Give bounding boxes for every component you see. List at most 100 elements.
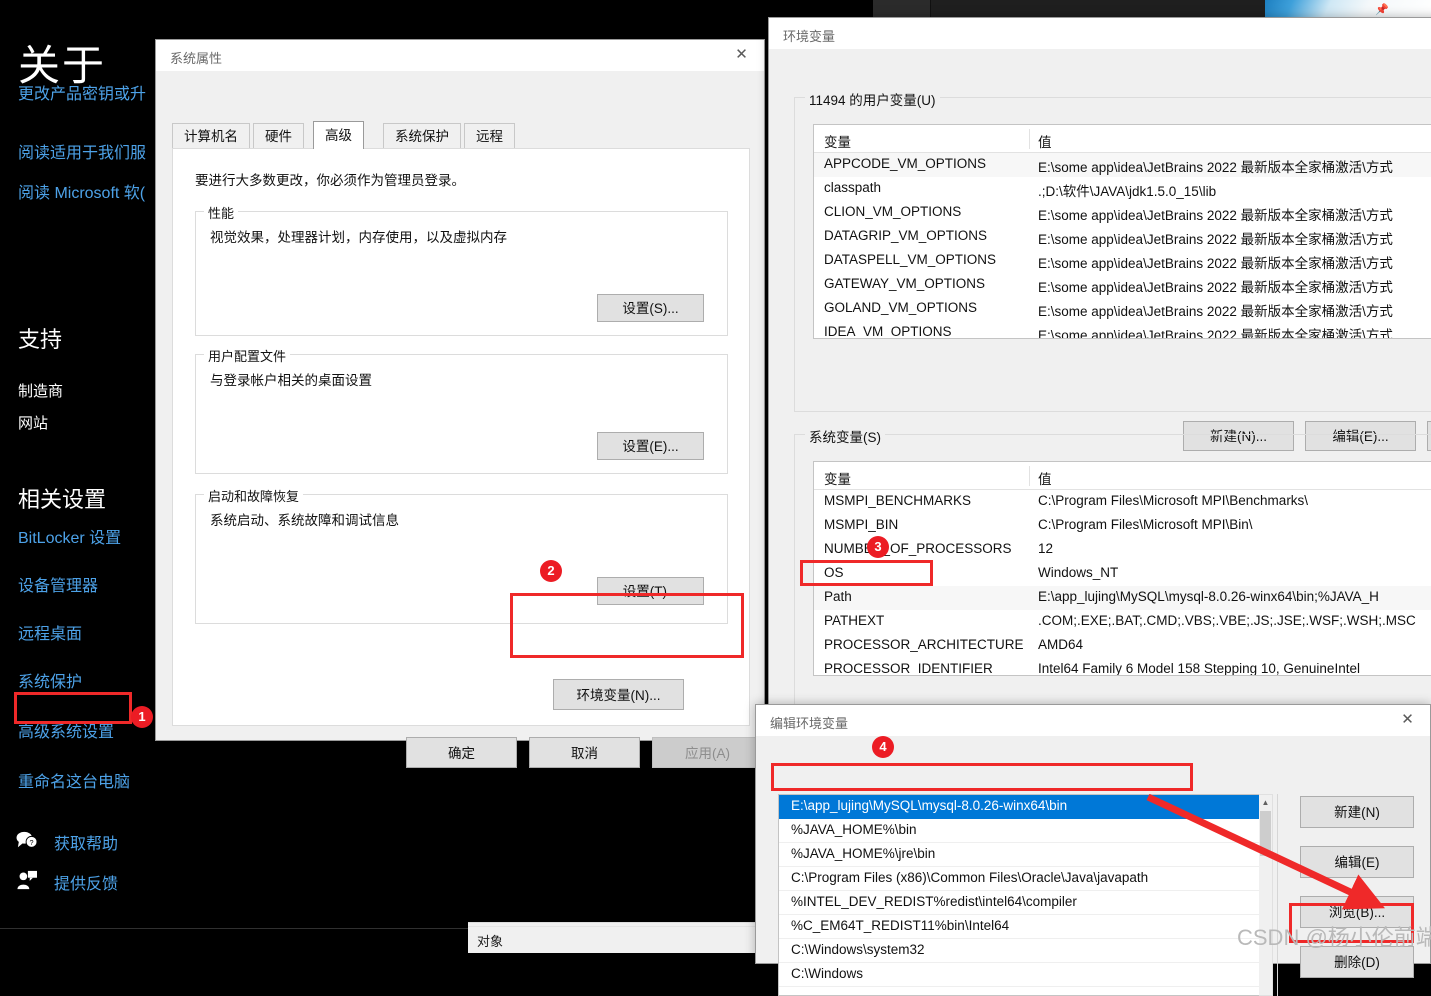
related-link-system-protection[interactable]: 系统保护 (18, 668, 82, 692)
path-entry[interactable]: C:\Program Files (x86)\Common Files\Orac… (779, 867, 1272, 891)
tab-computer-name[interactable]: 计算机名 (172, 123, 250, 149)
settings-link-read-terms[interactable]: 阅读适用于我们服 (18, 139, 146, 163)
close-icon[interactable]: ✕ (1385, 705, 1430, 735)
footer-link-get-help[interactable]: 获取帮助 (54, 830, 118, 854)
path-entry[interactable]: C:\Windows\system32 (779, 939, 1272, 963)
question-bubble-icon: ? (16, 831, 38, 848)
cancel-button[interactable]: 取消 (529, 737, 640, 768)
table-row[interactable]: PATHEXT .COM;.EXE;.BAT;.CMD;.VBS;.VBE;.J… (814, 610, 1431, 634)
performance-settings-button[interactable]: 设置(S)... (597, 294, 704, 322)
startup-recovery-legend: 启动和故障恢复 (204, 486, 304, 505)
path-entry[interactable]: C:\Windows (779, 963, 1272, 987)
variable-name: DATAGRIP_VM_OPTIONS (824, 228, 988, 243)
table-row[interactable]: APPCODE_VM_OPTIONS E:\some app\idea\JetB… (814, 153, 1431, 177)
footer-link-give-feedback[interactable]: 提供反馈 (54, 870, 118, 894)
path-entry[interactable]: %INTEL_DEV_REDIST%redist\intel64\compile… (779, 891, 1272, 915)
user-variables-legend: 11494 的用户变量(U) (805, 89, 940, 109)
related-link-bitlocker[interactable]: BitLocker 设置 (18, 524, 121, 548)
table-row[interactable]: PROCESSOR_IDENTIFIER Intel64 Family 6 Mo… (814, 658, 1431, 675)
variable-name: IDEA_VM_OPTIONS (824, 324, 952, 339)
pin-icon[interactable]: 📌 (1375, 3, 1389, 16)
related-link-device-manager[interactable]: 设备管理器 (18, 572, 98, 596)
chevron-up-icon[interactable]: ▲ (1259, 795, 1272, 810)
variable-value: C:\Program Files\Microsoft MPI\Bin\ (1038, 517, 1253, 532)
startup-recovery-settings-button[interactable]: 设置(T)... (597, 577, 704, 605)
edit-env-title-bar[interactable]: 编辑环境变量 ✕ (756, 705, 1430, 736)
table-row-path[interactable]: Path E:\app_lujing\MySQL\mysql-8.0.26-wi… (814, 586, 1431, 610)
variable-name: PROCESSOR_ARCHITECTURE (824, 637, 1024, 652)
variable-name: DATASPELL_VM_OPTIONS (824, 252, 997, 267)
variable-value: E:\some app\idea\JetBrains 2022 最新版本全家桶激… (1038, 328, 1393, 339)
tab-hardware[interactable]: 硬件 (253, 123, 304, 149)
related-settings-header: 相关设置 (18, 487, 107, 512)
settings-link-read-ms-license[interactable]: 阅读 Microsoft 软( (18, 179, 145, 203)
path-entries-list[interactable]: E:\app_lujing\MySQL\mysql-8.0.26-winx64\… (778, 794, 1273, 996)
startup-recovery-group: 启动和故障恢复 系统启动、系统故障和调试信息 设置(T)... (195, 486, 728, 624)
settings-link-change-product-key[interactable]: 更改产品密钥或升 (18, 80, 146, 104)
environment-variables-title-bar[interactable]: 环境变量 (769, 18, 1431, 49)
tab-remote[interactable]: 远程 (464, 123, 515, 149)
variable-value: E:\some app\idea\JetBrains 2022 最新版本全家桶激… (1038, 280, 1393, 295)
annotation-badge-2: 2 (540, 560, 562, 582)
table-header: 变量 值 (814, 125, 1431, 153)
table-row[interactable]: classpath .;D:\软件\JAVA\jdk1.5.0_15\lib (814, 177, 1431, 201)
performance-description: 视觉效果，处理器计划，内存使用，以及虚拟内存 (210, 230, 507, 245)
system-variables-legend: 系统变量(S) (805, 426, 885, 446)
tab-advanced[interactable]: 高级 (313, 121, 364, 149)
admin-note: 要进行大多数更改，你必须作为管理员登录。 (195, 173, 465, 188)
variable-value: Windows_NT (1038, 565, 1119, 580)
column-divider[interactable] (1029, 466, 1030, 486)
column-header-variable: 变量 (824, 472, 851, 487)
system-properties-title: 系统属性 (170, 51, 223, 66)
table-row[interactable]: GOLAND_VM_OPTIONS E:\some app\idea\JetBr… (814, 297, 1431, 321)
close-icon[interactable]: ✕ (719, 40, 764, 70)
path-entry[interactable]: %C_EM64T_REDIST11%bin\Intel64 (779, 915, 1272, 939)
related-link-rename-this-pc[interactable]: 重命名这台电脑 (18, 768, 130, 792)
system-properties-title-bar[interactable]: 系统属性 ✕ (156, 40, 764, 71)
variable-name: CLION_VM_OPTIONS (824, 204, 962, 219)
path-entry[interactable]: %JAVA_HOME%\jre\bin (779, 843, 1272, 867)
path-edit-button[interactable]: 编辑(E) (1300, 846, 1414, 878)
table-row[interactable]: MSMPI_BENCHMARKS C:\Program Files\Micros… (814, 490, 1431, 514)
path-new-button[interactable]: 新建(N) (1300, 796, 1414, 828)
table-row[interactable]: CLION_VM_OPTIONS E:\some app\idea\JetBra… (814, 201, 1431, 225)
user-variables-table[interactable]: 变量 值 APPCODE_VM_OPTIONS E:\some app\idea… (813, 124, 1431, 339)
startup-recovery-description: 系统启动、系统故障和调试信息 (210, 513, 399, 528)
table-row[interactable]: DATAGRIP_VM_OPTIONS E:\some app\idea\Jet… (814, 225, 1431, 249)
variable-value: E:\some app\idea\JetBrains 2022 最新版本全家桶激… (1038, 208, 1393, 223)
column-divider[interactable] (1029, 129, 1030, 149)
table-row[interactable]: IDEA_VM_OPTIONS E:\some app\idea\JetBrai… (814, 321, 1431, 339)
system-variables-group: 系统变量(S) 变量 值 MSMPI_BENCHMARKS C:\Program… (794, 426, 1431, 749)
objects-label: 对象 (477, 934, 504, 949)
table-row[interactable]: NUMBER_OF_PROCESSORS 12 (814, 538, 1431, 562)
table-row[interactable]: OS Windows_NT (814, 562, 1431, 586)
user-profiles-group: 用户配置文件 与登录帐户相关的桌面设置 设置(E)... (195, 346, 728, 474)
path-entry-selected[interactable]: E:\app_lujing\MySQL\mysql-8.0.26-winx64\… (779, 795, 1272, 819)
tab-system-protection[interactable]: 系统保护 (383, 123, 461, 149)
table-row[interactable]: PROCESSOR_ARCHITECTURE AMD64 (814, 634, 1431, 658)
user-variables-rows: APPCODE_VM_OPTIONS E:\some app\idea\JetB… (814, 153, 1431, 338)
user-profiles-description: 与登录帐户相关的桌面设置 (210, 373, 372, 388)
table-header: 变量 值 (814, 462, 1431, 490)
table-row[interactable]: MSMPI_BIN C:\Program Files\Microsoft MPI… (814, 514, 1431, 538)
table-row[interactable]: DATASPELL_VM_OPTIONS E:\some app\idea\Je… (814, 249, 1431, 273)
variable-value: E:\some app\idea\JetBrains 2022 最新版本全家桶激… (1038, 256, 1393, 271)
background-window-objects: 对象 (468, 922, 768, 953)
path-list-scrollbar[interactable]: ▲ (1259, 794, 1273, 996)
user-profiles-settings-button[interactable]: 设置(E)... (597, 432, 704, 460)
environment-variables-button[interactable]: 环境变量(N)... (553, 679, 684, 710)
scrollbar-thumb[interactable] (1260, 811, 1271, 856)
user-profiles-legend: 用户配置文件 (204, 346, 291, 365)
path-entry[interactable]: %JAVA_HOME%\bin (779, 819, 1272, 843)
column-header-value: 值 (1038, 135, 1052, 150)
system-variables-table[interactable]: 变量 值 MSMPI_BENCHMARKS C:\Program Files\M… (813, 461, 1431, 676)
ok-button[interactable]: 确定 (406, 737, 517, 768)
panel-divider (1277, 794, 1278, 996)
table-row[interactable]: GATEWAY_VM_OPTIONS E:\some app\idea\JetB… (814, 273, 1431, 297)
related-link-remote-desktop[interactable]: 远程桌面 (18, 620, 82, 644)
related-link-advanced-system-settings[interactable]: 高级系统设置 (18, 718, 114, 742)
variable-name: GOLAND_VM_OPTIONS (824, 300, 978, 315)
variable-name: MSMPI_BENCHMARKS (824, 493, 972, 508)
variable-value: .;D:\软件\JAVA\jdk1.5.0_15\lib (1038, 184, 1217, 199)
support-item-website: 网站 (18, 415, 49, 432)
